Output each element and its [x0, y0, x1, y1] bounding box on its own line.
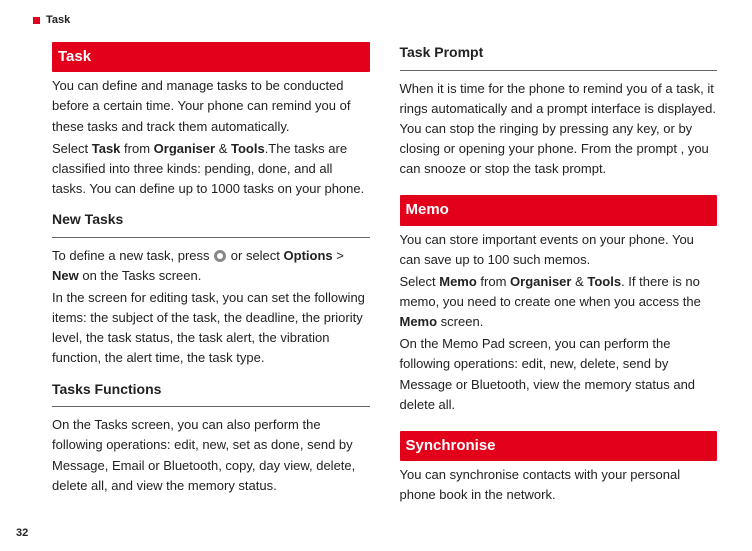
txt: from — [477, 274, 510, 289]
subheading-task-prompt: Task Prompt — [400, 42, 718, 64]
organiser-label: Organiser — [510, 274, 571, 289]
memo-intro: You can store important events on your p… — [400, 230, 718, 270]
content-columns: Task You can define and manage tasks to … — [52, 42, 717, 507]
txt: on the Tasks screen. — [79, 268, 202, 283]
txt: To define a new task, press — [52, 248, 213, 263]
memo-ops-text: On the Memo Pad screen, you can perform … — [400, 334, 718, 415]
page-number: 32 — [16, 527, 28, 539]
txt: > — [333, 248, 344, 263]
section-header-task: Task — [52, 42, 370, 72]
task-intro: You can define and manage tasks to be co… — [52, 76, 370, 136]
left-column: Task You can define and manage tasks to … — [52, 42, 370, 507]
rule — [52, 237, 370, 238]
task-select-line: Select Task from Organiser & Tools.The t… — [52, 139, 370, 199]
new-task-line: To define a new task, press or select Op… — [52, 246, 370, 286]
header-marker: Task — [33, 14, 70, 26]
options-label: Options — [284, 248, 333, 263]
section-header-synchronise: Synchronise — [400, 431, 718, 461]
header-marker-text: Task — [46, 14, 70, 26]
marker-square-icon — [33, 17, 40, 24]
press-button-icon — [214, 250, 226, 262]
tools-label: Tools — [231, 141, 265, 156]
section-header-memo: Memo — [400, 195, 718, 225]
txt: from — [120, 141, 153, 156]
memo-label: Memo — [439, 274, 477, 289]
txt: or select — [227, 248, 283, 263]
new-label: New — [52, 268, 79, 283]
functions-text: On the Tasks screen, you can also perfor… — [52, 415, 370, 496]
memo-screen-label: Memo — [400, 314, 438, 329]
task-label: Task — [92, 141, 121, 156]
organiser-label: Organiser — [154, 141, 215, 156]
txt: screen. — [437, 314, 483, 329]
txt: & — [215, 141, 231, 156]
subheading-task-functions: Tasks Functions — [52, 379, 370, 401]
txt: & — [571, 274, 587, 289]
prompt-text: When it is time for the phone to remind … — [400, 79, 718, 180]
rule — [52, 406, 370, 407]
subheading-new-tasks: New Tasks — [52, 209, 370, 231]
sync-text: You can synchronise contacts with your p… — [400, 465, 718, 505]
txt: Select — [52, 141, 92, 156]
edit-items-text: In the screen for editing task, you can … — [52, 288, 370, 369]
tools-label: Tools — [587, 274, 621, 289]
txt: Select — [400, 274, 440, 289]
memo-select-line: Select Memo from Organiser & Tools. If t… — [400, 272, 718, 332]
rule — [400, 70, 718, 71]
right-column: Task Prompt When it is time for the phon… — [400, 42, 718, 507]
